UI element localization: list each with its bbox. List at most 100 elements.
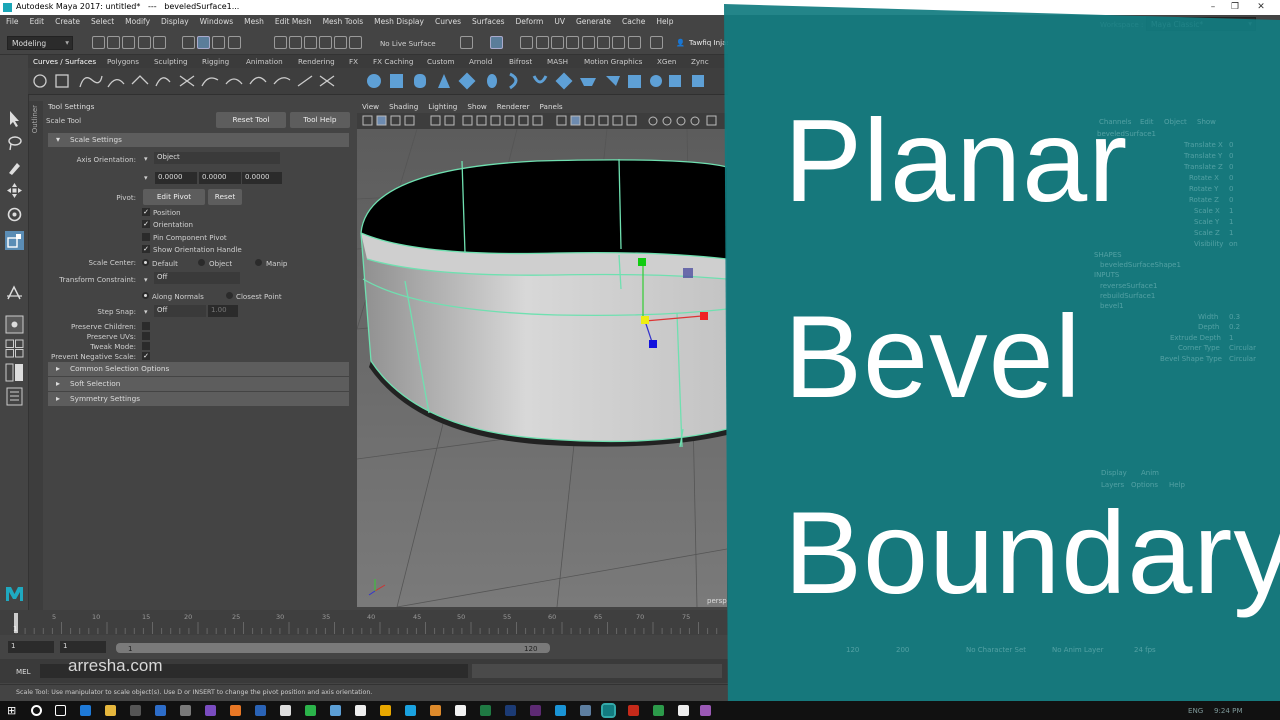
tool-help-button[interactable]: Tool Help xyxy=(290,112,350,128)
menu-item[interactable]: UV xyxy=(548,15,570,26)
outliner-strip[interactable]: Outliner xyxy=(29,101,43,610)
app-icon[interactable] xyxy=(455,705,466,716)
mode-dropdown[interactable]: Modeling xyxy=(7,36,73,50)
menu-item[interactable]: Edit xyxy=(24,15,50,26)
move-tool-icon[interactable] xyxy=(5,181,24,200)
reset-pivot-button[interactable]: Reset xyxy=(208,189,242,205)
photoshop-icon[interactable] xyxy=(505,705,516,716)
shelf-tab-motion-graphics[interactable]: Motion Graphics xyxy=(584,57,642,66)
user-icon[interactable]: 👤 xyxy=(676,38,685,47)
menu-item[interactable]: Help xyxy=(650,15,678,26)
snap-curve-icon[interactable] xyxy=(289,36,302,49)
clock[interactable]: 9:24 PM xyxy=(1214,706,1243,715)
orientation-checkbox[interactable]: ✓ xyxy=(142,220,150,228)
viewport-menu-lighting[interactable]: Lighting xyxy=(423,101,462,112)
transform-constraint-arrow-icon[interactable]: ▾ xyxy=(144,275,148,284)
firefox-icon[interactable] xyxy=(230,705,241,716)
axis-orientation-dropdown[interactable]: Object xyxy=(154,152,280,164)
menu-item[interactable]: Create xyxy=(49,15,85,26)
persp-outliner-layout-icon[interactable] xyxy=(5,363,24,382)
word-icon[interactable] xyxy=(255,705,266,716)
common-selection-options-section[interactable]: Common Selection Options xyxy=(48,362,349,376)
scale-center-manip-radio[interactable] xyxy=(255,259,262,266)
last-tool-icon[interactable] xyxy=(5,283,24,302)
shelf-tab-xgen[interactable]: XGen xyxy=(657,57,676,66)
axis-y-field[interactable]: 0.0000 xyxy=(199,172,241,184)
menu-item[interactable]: Edit Mesh xyxy=(269,15,317,26)
range-start-field[interactable]: 1 xyxy=(8,641,54,653)
ipr-render-icon[interactable] xyxy=(551,36,564,49)
store-icon[interactable] xyxy=(130,705,141,716)
reset-tool-button[interactable]: Reset Tool xyxy=(216,112,286,128)
sidebar-toggle-icon[interactable] xyxy=(597,36,610,49)
time-slider-ruler[interactable]: 5 10 15 20 25 30 35 40 45 50 55 60 65 70… xyxy=(0,610,728,635)
snap-surface-icon[interactable] xyxy=(334,36,347,49)
maya-taskbar-icon[interactable] xyxy=(601,703,616,718)
edit-pivot-button[interactable]: Edit Pivot xyxy=(143,189,205,205)
render-settings-icon[interactable] xyxy=(566,36,579,49)
task-view-icon[interactable] xyxy=(55,705,66,716)
mel-label[interactable]: MEL xyxy=(16,667,31,676)
lasso-tool-icon[interactable] xyxy=(5,133,24,152)
pin-component-pivot-checkbox[interactable] xyxy=(142,233,150,241)
menu-item[interactable]: Windows xyxy=(194,15,238,26)
show-orientation-handle-checkbox[interactable]: ✓ xyxy=(142,245,150,253)
menu-item[interactable]: Modify xyxy=(119,15,155,26)
perspective-viewport[interactable]: persp xyxy=(357,129,727,607)
menu-item[interactable]: Curves xyxy=(429,15,466,26)
app-icon[interactable] xyxy=(405,705,416,716)
menu-item[interactable]: Display xyxy=(155,15,194,26)
workspace-dropdown[interactable]: Maya Classic* xyxy=(1146,17,1256,31)
select-tool-icon[interactable] xyxy=(5,109,24,128)
menu-item[interactable]: Generate xyxy=(570,15,616,26)
render-current-icon[interactable] xyxy=(536,36,549,49)
viewport-menu-show[interactable]: Show xyxy=(462,101,491,112)
construction-history-icon[interactable] xyxy=(490,36,503,49)
scale-settings-section[interactable]: Scale Settings xyxy=(48,133,349,147)
tool-settings-toggle-icon[interactable] xyxy=(628,36,641,49)
single-perspective-layout-icon[interactable] xyxy=(5,315,24,334)
viewport-menu-shading[interactable]: Shading xyxy=(384,101,423,112)
channel-box-toggle-icon[interactable] xyxy=(650,36,663,49)
prevent-negative-scale-checkbox[interactable]: ✓ xyxy=(142,352,150,360)
menu-item[interactable]: Select xyxy=(85,15,119,26)
language-indicator[interactable]: ENG xyxy=(1188,706,1203,715)
step-snap-amount-field[interactable]: 1.00 xyxy=(208,305,238,317)
viewport-scene[interactable]: persp xyxy=(357,129,727,607)
chrome-icon[interactable] xyxy=(280,705,291,716)
snap-point-icon[interactable] xyxy=(304,36,317,49)
menu-item[interactable]: Deform xyxy=(509,15,548,26)
edge-browser-icon[interactable] xyxy=(80,705,91,716)
axis-orientation-arrow-icon[interactable]: ▾ xyxy=(144,154,148,163)
shelf-tab-rigging[interactable]: Rigging xyxy=(202,57,229,66)
axis-z-field[interactable]: 0.0000 xyxy=(242,172,282,184)
viewport-toolbar-icons[interactable] xyxy=(357,113,727,129)
rotate-tool-icon[interactable] xyxy=(5,205,24,224)
shelf-tab-fx-caching[interactable]: FX Caching xyxy=(373,57,413,66)
attribute-editor-toggle-icon[interactable] xyxy=(612,36,625,49)
vlc-icon[interactable] xyxy=(380,705,391,716)
minimize-button[interactable]: – xyxy=(1206,1,1220,13)
shelf-tab-mash[interactable]: MASH xyxy=(547,57,568,66)
tweak-mode-checkbox[interactable] xyxy=(142,342,150,350)
app-icon[interactable] xyxy=(430,705,441,716)
premiere-icon[interactable] xyxy=(530,705,541,716)
mail-icon[interactable] xyxy=(155,705,166,716)
calculator-icon[interactable] xyxy=(180,705,191,716)
axis-values-arrow-icon[interactable]: ▾ xyxy=(144,173,148,182)
four-view-layout-icon[interactable] xyxy=(5,339,24,358)
maximize-button[interactable]: ❐ xyxy=(1228,1,1242,13)
paint-select-tool-icon[interactable] xyxy=(5,157,24,176)
viewport-menu-panels[interactable]: Panels xyxy=(535,101,568,112)
viewport-menu-view[interactable]: View xyxy=(357,101,384,112)
menu-item[interactable]: Mesh xyxy=(238,15,269,26)
scale-center-default-radio[interactable] xyxy=(142,259,149,266)
axis-x-field[interactable]: 0.0000 xyxy=(155,172,197,184)
select-object-icon[interactable] xyxy=(197,36,210,49)
shelf-tab-custom[interactable]: Custom xyxy=(427,57,455,66)
along-normals-radio[interactable] xyxy=(142,292,149,299)
menu-item[interactable]: Surfaces xyxy=(466,15,509,26)
playback-start-field[interactable]: 1 xyxy=(60,641,106,653)
visual-studio-icon[interactable] xyxy=(205,705,216,716)
menu-item[interactable]: File xyxy=(0,15,24,26)
